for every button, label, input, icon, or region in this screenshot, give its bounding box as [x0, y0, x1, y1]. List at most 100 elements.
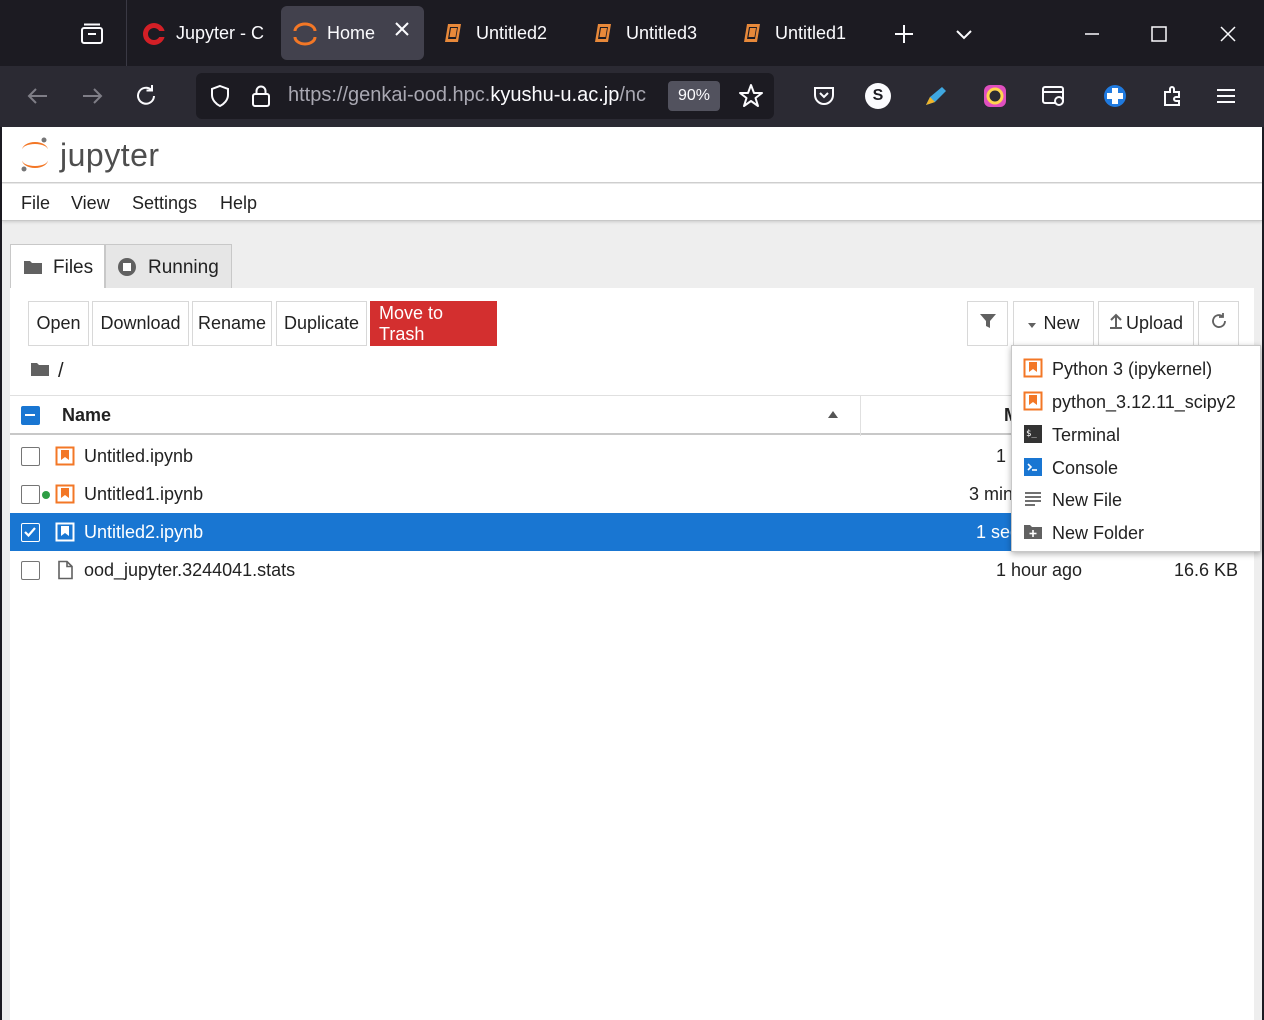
tab-untitled3[interactable]: Untitled3 — [592, 6, 722, 60]
jupyter-logo-icon[interactable] — [19, 136, 51, 179]
new-button-label: New — [1043, 313, 1080, 333]
folder-icon — [23, 259, 43, 281]
file-modified: 1 — [996, 446, 1007, 466]
home-folder-icon[interactable] — [30, 360, 50, 383]
new-menu-item-new-file[interactable]: New File — [1012, 483, 1260, 516]
tab-overview-icon[interactable] — [72, 14, 112, 54]
url-bar[interactable]: https://genkai-ood.hpc.kyushu-u.ac.jp/nc… — [196, 73, 774, 119]
move-to-trash-button[interactable]: Move to Trash — [370, 301, 497, 346]
url-text[interactable]: https://genkai-ood.hpc.kyushu-u.ac.jp/nc — [288, 84, 658, 107]
file-modified: 3 min — [969, 484, 1014, 504]
new-menu-item-terminal[interactable]: $_ Terminal — [1012, 418, 1260, 451]
tab-label: Jupyter - C — [176, 22, 264, 43]
new-menu-item-python3[interactable]: Python 3 (ipykernel) — [1012, 352, 1260, 385]
tab-list-chevron-icon[interactable] — [944, 14, 984, 54]
tab-untitled2[interactable]: Untitled2 — [442, 6, 572, 60]
new-button[interactable]: New — [1013, 301, 1094, 346]
file-name[interactable]: ood_jupyter.3244041.stats — [84, 560, 295, 581]
running-indicator — [42, 491, 50, 499]
notebook-icon — [442, 22, 464, 44]
close-tab-icon[interactable] — [394, 21, 410, 42]
jupyter-logo-icon — [293, 22, 317, 46]
terminal-icon: $_ — [1023, 424, 1043, 444]
refresh-button[interactable] — [1198, 301, 1239, 346]
tab-files[interactable]: Files — [10, 244, 105, 289]
back-arrow-icon[interactable] — [18, 76, 58, 116]
notebook-icon — [55, 522, 75, 542]
minimize-icon[interactable] — [1072, 14, 1112, 54]
new-tab-icon[interactable] — [884, 14, 924, 54]
duplicate-button[interactable]: Duplicate — [276, 301, 367, 346]
shield-icon[interactable] — [208, 84, 232, 113]
row-checkbox[interactable] — [21, 485, 40, 504]
menu-bar: File View Settings Help — [2, 184, 1262, 221]
menu-file[interactable]: File — [21, 193, 50, 214]
tab-home[interactable]: Home — [281, 6, 424, 60]
extension-blue-cross-icon[interactable] — [1099, 80, 1131, 112]
file-size: 16.6 KB — [1173, 560, 1238, 580]
profile-avatar[interactable]: S — [862, 80, 894, 112]
menu-item-label: New Folder — [1052, 523, 1145, 543]
jupyter-header: jupyter — [2, 127, 1262, 183]
extension-pen-icon[interactable] — [920, 80, 952, 112]
menu-help[interactable]: Help — [220, 193, 257, 214]
file-name[interactable]: Untitled1.ipynb — [84, 484, 203, 505]
new-dropdown-menu: Python 3 (ipykernel) python_3.12.11_scip… — [1011, 345, 1261, 552]
hamburger-menu-icon[interactable] — [1210, 80, 1242, 112]
file-row[interactable]: ood_jupyter.3244041.stats 1 hour ago 16.… — [10, 551, 1254, 589]
notebook-icon — [55, 446, 75, 466]
extension-translate-icon[interactable] — [1038, 80, 1070, 112]
extension-color-ring-icon[interactable] — [979, 80, 1011, 112]
menu-item-label: python_3.12.11_scipy2 — [1052, 392, 1236, 412]
new-menu-item-console[interactable]: Console — [1012, 451, 1260, 484]
open-button[interactable]: Open — [28, 301, 89, 346]
upload-button[interactable]: Upload — [1098, 301, 1194, 346]
filter-funnel-icon — [979, 312, 997, 335]
download-button[interactable]: Download — [92, 301, 189, 346]
maximize-icon[interactable] — [1139, 14, 1179, 54]
forward-arrow-icon[interactable] — [72, 76, 112, 116]
close-window-icon[interactable] — [1208, 14, 1248, 54]
rename-button[interactable]: Rename — [192, 301, 272, 346]
tab-label: Untitled3 — [626, 22, 698, 43]
breadcrumb-root[interactable]: / — [58, 360, 64, 383]
menu-item-label: Python 3 (ipykernel) — [1052, 359, 1213, 379]
tab-bar: Jupyter - C Home Untitled2 Untitled3 Unt… — [0, 0, 1264, 66]
sort-ascending-icon — [828, 411, 838, 418]
tab-untitled1[interactable]: Untitled1 — [741, 6, 871, 60]
tab-jupyter-ood[interactable]: Jupyter - C — [142, 6, 264, 60]
pocket-icon[interactable] — [808, 80, 840, 112]
reload-icon[interactable] — [126, 76, 166, 116]
new-menu-item-new-folder[interactable]: New Folder — [1012, 516, 1260, 549]
notebook-icon — [1023, 391, 1043, 411]
bookmark-star-icon[interactable] — [738, 83, 764, 114]
menu-item-label: Terminal — [1052, 425, 1121, 445]
select-all-checkbox[interactable] — [21, 406, 40, 425]
extensions-puzzle-icon[interactable] — [1157, 80, 1189, 112]
filter-button[interactable] — [967, 301, 1008, 346]
file-icon — [55, 560, 75, 580]
breadcrumb: / — [30, 360, 64, 383]
row-checkbox[interactable] — [21, 523, 40, 542]
zoom-level-badge[interactable]: 90% — [668, 81, 720, 111]
upload-arrow-icon — [1109, 313, 1123, 334]
file-name[interactable]: Untitled.ipynb — [84, 446, 193, 467]
tab-running[interactable]: Running — [105, 244, 232, 288]
row-checkbox[interactable] — [21, 447, 40, 466]
column-divider[interactable] — [860, 396, 861, 436]
notebook-icon — [1023, 358, 1043, 378]
menu-settings[interactable]: Settings — [132, 193, 197, 214]
menu-item-label: New File — [1052, 490, 1123, 510]
ood-logo-icon — [142, 22, 166, 45]
file-name[interactable]: Untitled2.ipynb — [84, 522, 203, 543]
notebook-icon — [55, 484, 75, 504]
lock-icon[interactable] — [250, 84, 272, 113]
column-header-name[interactable]: Name — [62, 405, 111, 426]
upload-button-label: Upload — [1125, 313, 1184, 333]
running-stop-icon — [117, 257, 137, 283]
row-checkbox[interactable] — [21, 561, 40, 580]
new-menu-item-python-scipy[interactable]: python_3.12.11_scipy2 — [1012, 385, 1260, 418]
menu-view[interactable]: View — [71, 193, 110, 214]
tab-running-label: Running — [148, 257, 219, 278]
jupyter-brand[interactable]: jupyter — [60, 137, 160, 174]
